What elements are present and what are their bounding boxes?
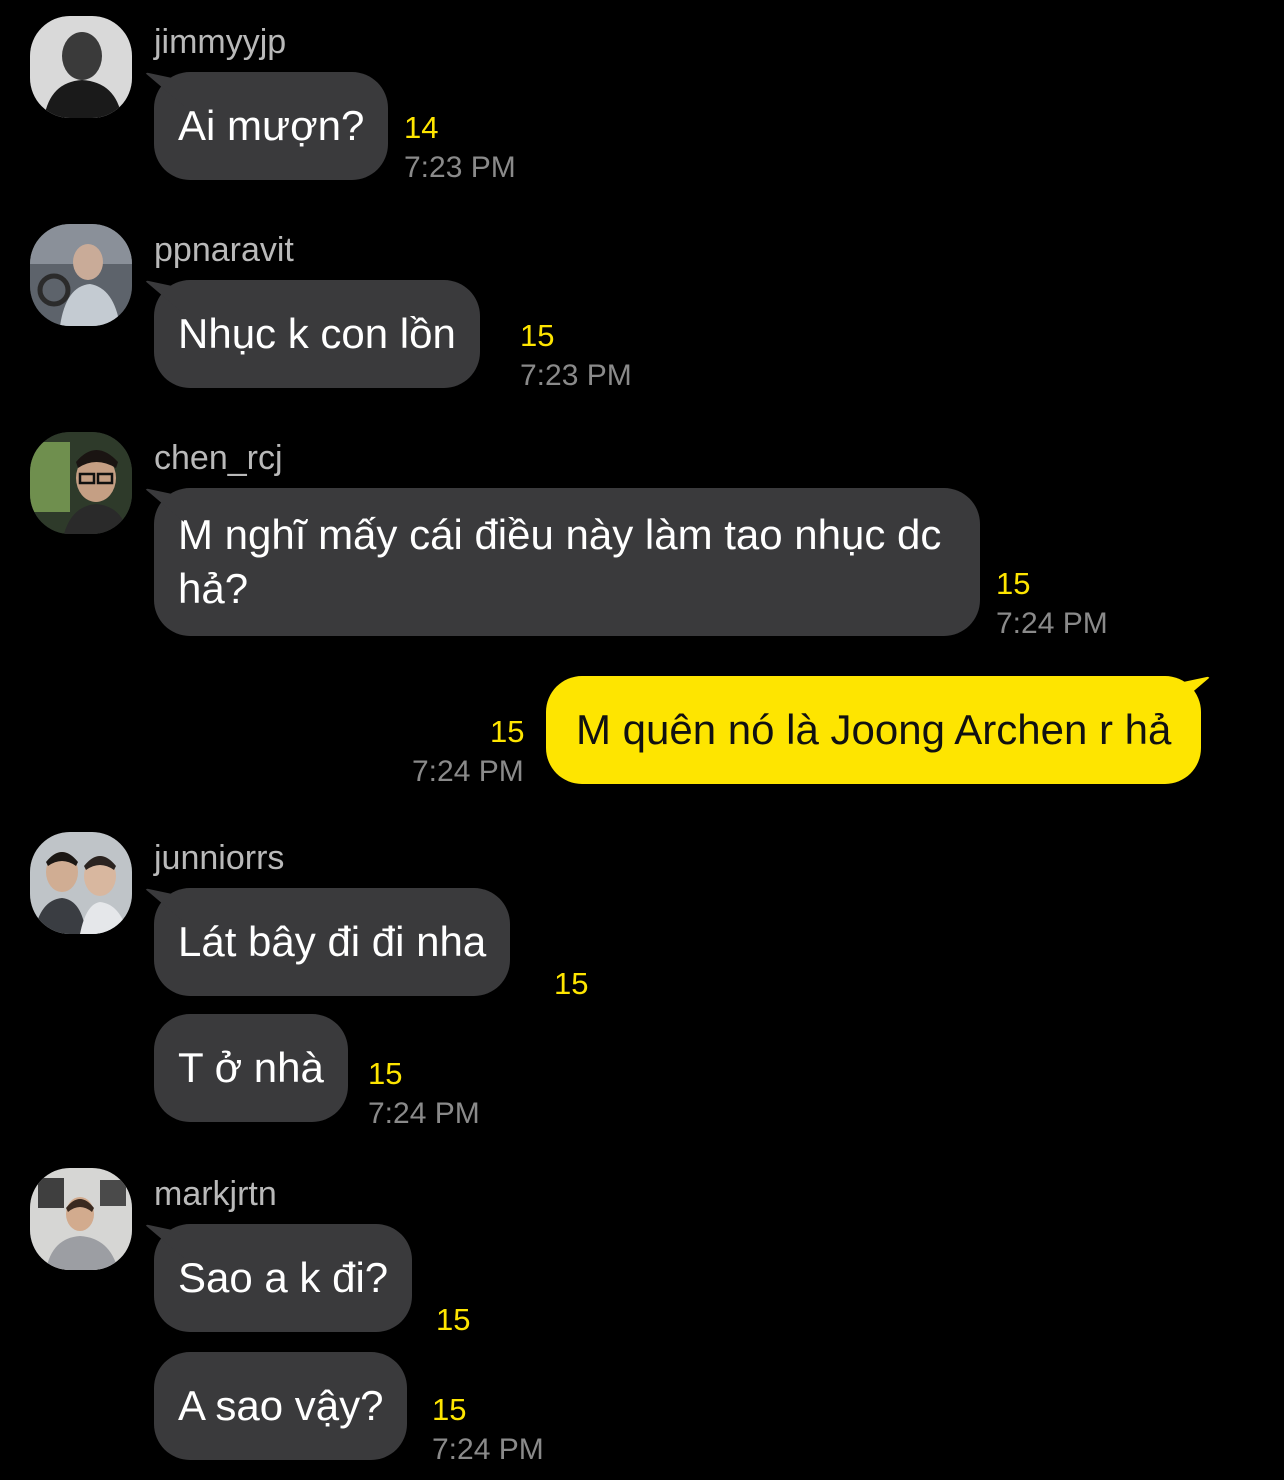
timestamp: 7:24 PM [412, 755, 524, 788]
message-bubble[interactable]: M nghĩ mấy cái điều này làm tao nhục dc … [154, 488, 980, 636]
unread-count: 14 [404, 110, 439, 145]
message-bubble[interactable]: Nhục k con lồn [154, 280, 480, 388]
unread-count: 15 [554, 966, 589, 1001]
avatar-photo-icon [30, 432, 132, 534]
unread-count: 15 [432, 1392, 467, 1427]
timestamp: 7:24 PM [368, 1097, 480, 1130]
sender-name: jimmyyjp [154, 23, 287, 61]
avatar-photo-icon [30, 1168, 132, 1270]
timestamp: 7:24 PM [996, 607, 1108, 640]
message-bubble[interactable]: Ai mượn? [154, 72, 389, 180]
message-bubble[interactable]: A sao vậy? [154, 1352, 408, 1460]
message-bubble[interactable]: Sao a k đi? [154, 1224, 413, 1332]
avatar[interactable] [30, 832, 132, 934]
avatar-photo-icon [30, 832, 132, 934]
unread-count: 15 [368, 1056, 403, 1091]
avatar-photo-icon [30, 16, 132, 118]
message-bubble[interactable]: T ở nhà [154, 1014, 348, 1122]
avatar[interactable] [30, 1168, 132, 1270]
unread-count: 15 [996, 566, 1031, 601]
avatar[interactable] [30, 224, 132, 326]
sender-name: junniorrs [154, 839, 285, 877]
unread-count: 15 [520, 318, 555, 353]
avatar-photo-icon [30, 224, 132, 326]
timestamp: 7:23 PM [520, 359, 632, 392]
avatar[interactable] [30, 432, 132, 534]
sender-name: chen_rcj [154, 439, 283, 477]
sender-name: ppnaravit [154, 231, 294, 269]
timestamp: 7:23 PM [404, 151, 516, 184]
message-bubble[interactable]: Lát bây đi đi nha [154, 888, 511, 996]
unread-count: 15 [436, 1302, 471, 1337]
outgoing-message-bubble[interactable]: M quên nó là Joong Archen r hả [546, 676, 1202, 784]
timestamp: 7:24 PM [432, 1433, 544, 1466]
sender-name: markjrtn [154, 1175, 277, 1213]
unread-count: 15 [490, 714, 525, 749]
avatar[interactable] [30, 16, 132, 118]
